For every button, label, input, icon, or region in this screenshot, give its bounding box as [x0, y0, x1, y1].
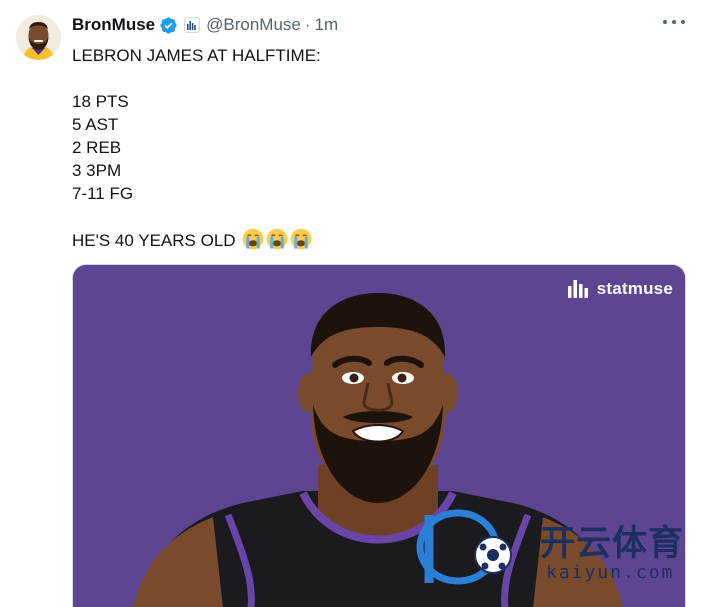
- tweet-content: BronMuse @BronMuse · 1m LEBRON JAMES AT …: [72, 12, 686, 251]
- loudly-crying-face-emoji: [290, 228, 312, 250]
- tweet-line: 3 3PM: [72, 161, 122, 180]
- tweet[interactable]: BronMuse @BronMuse · 1m LEBRON JAMES AT …: [0, 0, 703, 607]
- statmuse-logo: statmuse: [567, 279, 673, 299]
- tweet-text: LEBRON JAMES AT HALFTIME: 18 PTS 5 AST 2…: [72, 44, 686, 251]
- tweet-line-last: HE'S 40 YEARS OLD: [72, 228, 686, 251]
- watermark-chinese-text: 开云体育: [540, 524, 685, 564]
- tweet-line: 5 AST: [72, 115, 119, 134]
- statmuse-affiliate-icon[interactable]: [184, 17, 201, 33]
- tweet-line: 18 PTS: [72, 92, 129, 111]
- tweet-line: LEBRON JAMES AT HALFTIME:: [72, 46, 321, 65]
- tweet-line: 7-11 FG: [72, 184, 134, 203]
- avatar-image: [16, 15, 61, 60]
- display-name[interactable]: BronMuse: [72, 15, 155, 35]
- separator-dot: ·: [304, 15, 311, 34]
- tweet-line: 2 REB: [72, 138, 122, 157]
- loudly-crying-face-emoji: [242, 228, 264, 250]
- tweet-line: HE'S 40 YEARS OLD: [72, 231, 236, 250]
- verified-badge-icon[interactable]: [159, 16, 178, 35]
- avatar[interactable]: [16, 15, 61, 60]
- emoji-row: [242, 228, 314, 250]
- more-options-icon[interactable]: [663, 14, 685, 30]
- handle[interactable]: @BronMuse: [206, 15, 301, 35]
- statmuse-brand-text: statmuse: [596, 279, 673, 298]
- watermark-url-text: kaiyun.com: [546, 562, 675, 583]
- loudly-crying-face-emoji: [266, 228, 288, 250]
- tweet-header: BronMuse @BronMuse · 1m: [72, 12, 686, 38]
- statmuse-bars-icon: [567, 280, 588, 298]
- timestamp[interactable]: 1m: [315, 15, 339, 35]
